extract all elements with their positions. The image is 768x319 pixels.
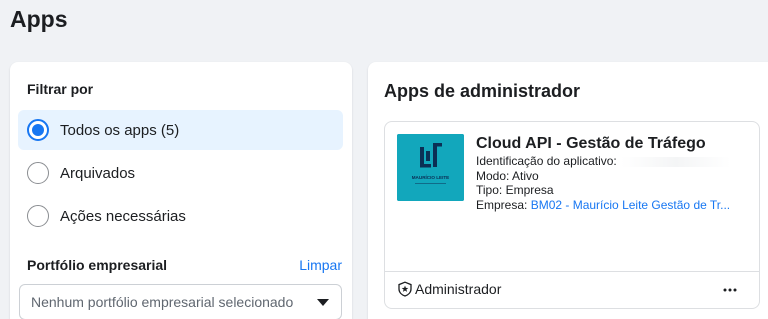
app-id-row: Identificação do aplicativo:: [476, 154, 731, 168]
app-mode: Modo: Ativo: [476, 169, 539, 183]
app-company-link[interactable]: BM02 - Maurício Leite Gestão de Tr...: [531, 198, 730, 212]
app-company-label: Empresa:: [476, 198, 528, 212]
caret-down-icon: [317, 299, 329, 306]
radio-unchecked-icon[interactable]: [27, 205, 49, 227]
app-logo-text: MAURÍCIO LEITE: [412, 173, 450, 180]
star-shield-icon: [398, 281, 412, 297]
filter-option-actions-needed[interactable]: Ações necessárias: [18, 196, 343, 236]
filter-option-all-apps[interactable]: Todos os apps (5): [18, 110, 343, 150]
more-horizontal-icon: [723, 288, 737, 292]
portfolio-label: Portfólio empresarial: [27, 257, 168, 273]
clear-link[interactable]: Limpar: [299, 257, 342, 273]
portfolio-select[interactable]: Nenhum portfólio empresarial selecionado: [19, 284, 342, 319]
filter-option-label: Todos os apps (5): [60, 121, 180, 139]
app-logo: MAURÍCIO LEITE: [397, 134, 464, 201]
radio-checked-icon[interactable]: [27, 119, 49, 141]
app-name[interactable]: Cloud API - Gestão de Tráfego: [476, 135, 706, 153]
filter-option-label: Ações necessárias: [60, 207, 186, 225]
filter-option-label: Arquivados: [60, 164, 136, 182]
page-title: Apps: [10, 6, 68, 32]
filter-heading: Filtrar por: [27, 81, 94, 97]
portfolio-select-value: Nenhum portfólio empresarial selecionado: [31, 294, 294, 310]
app-card-divider: [385, 271, 759, 272]
redacted-app-id: [620, 156, 731, 167]
app-role: Administrador: [397, 281, 501, 297]
radio-unchecked-icon[interactable]: [27, 162, 49, 184]
app-role-label: Administrador: [415, 281, 502, 297]
filter-panel: Filtrar por Todos os apps (5) Arquivados…: [10, 62, 352, 319]
more-options-button[interactable]: [719, 280, 741, 300]
app-card[interactable]: MAURÍCIO LEITE Cloud API - Gestão de Trá…: [384, 121, 760, 309]
filter-option-archived[interactable]: Arquivados: [18, 153, 343, 193]
app-type: Tipo: Empresa: [476, 183, 554, 197]
app-id-label: Identificação do aplicativo:: [476, 154, 617, 168]
admin-apps-panel: Apps de administrador MAURÍCIO LEITE Clo…: [368, 62, 768, 319]
app-logo-mark-icon: MAURÍCIO LEITE: [397, 134, 464, 201]
app-company-row: Empresa: BM02 - Maurício Leite Gestão de…: [476, 198, 730, 212]
admin-apps-heading: Apps de administrador: [384, 81, 581, 101]
